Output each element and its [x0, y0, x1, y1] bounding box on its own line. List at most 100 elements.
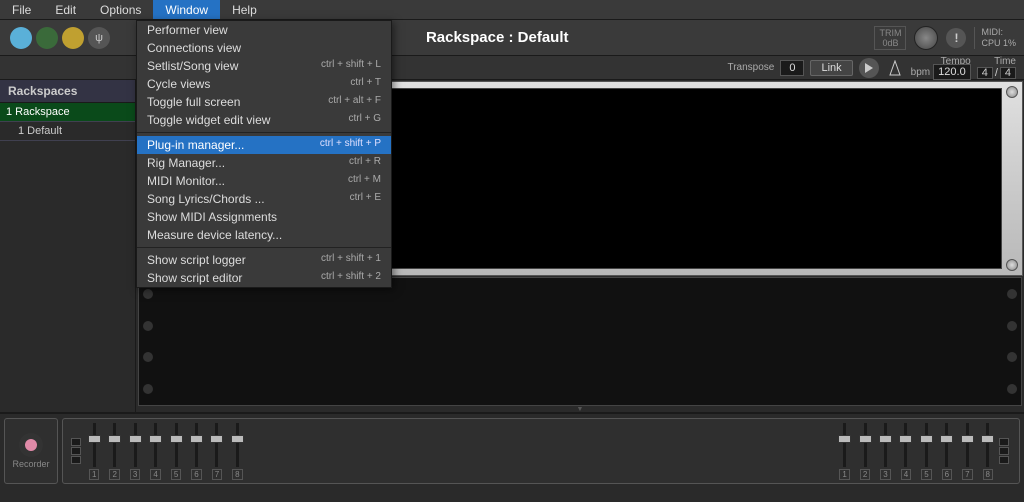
- window-dropdown-menu: Performer viewConnections viewSetlist/So…: [136, 20, 392, 288]
- menu-item-shortcut: ctrl + M: [348, 174, 381, 188]
- menu-item[interactable]: Connections view: [137, 39, 391, 57]
- menu-item-shortcut: ctrl + shift + 2: [321, 271, 381, 285]
- fader-handle[interactable]: [961, 435, 974, 443]
- master-volume-knob[interactable]: [914, 26, 938, 50]
- fader[interactable]: 4: [150, 423, 160, 480]
- fader-number: 7: [962, 469, 972, 480]
- play-button[interactable]: [859, 58, 879, 78]
- menubar-item-file[interactable]: File: [0, 0, 43, 19]
- fader[interactable]: 1: [839, 423, 849, 480]
- fader[interactable]: 2: [860, 423, 870, 480]
- fader-number: 3: [130, 469, 140, 480]
- fader[interactable]: 6: [191, 423, 201, 480]
- menu-item[interactable]: Toggle full screenctrl + alt + F: [137, 93, 391, 111]
- time-numerator[interactable]: 4: [977, 67, 993, 79]
- fader-track: [986, 423, 989, 467]
- side-knob-icon: [143, 384, 153, 394]
- menubar-item-options[interactable]: Options: [88, 0, 153, 19]
- fader-handle[interactable]: [981, 435, 994, 443]
- variation-item[interactable]: 1 Default: [0, 121, 135, 141]
- panel-toggle-1-icon[interactable]: [10, 27, 32, 49]
- fader-handle[interactable]: [838, 435, 851, 443]
- fader-handle[interactable]: [170, 435, 183, 443]
- fader-bank-right: 12345678: [839, 423, 993, 480]
- menu-item[interactable]: Plug-in manager...ctrl + shift + P: [137, 136, 391, 154]
- fader[interactable]: 8: [983, 423, 993, 480]
- menu-item[interactable]: Show script editorctrl + shift + 2: [137, 269, 391, 287]
- tuner-icon[interactable]: ψ: [88, 27, 110, 49]
- mixer-area: 12345678 12345678: [62, 418, 1020, 484]
- side-knob-icon: [1007, 384, 1017, 394]
- sidebar-header: Rackspaces: [0, 80, 135, 103]
- fader-handle[interactable]: [231, 435, 244, 443]
- side-knob-icon: [143, 352, 153, 362]
- link-button[interactable]: Link: [810, 60, 852, 76]
- menu-item[interactable]: Toggle widget edit viewctrl + G: [137, 111, 391, 129]
- splitter-grip[interactable]: [136, 406, 1024, 412]
- fader-track: [904, 423, 907, 467]
- menubar-item-edit[interactable]: Edit: [43, 0, 88, 19]
- fader-handle[interactable]: [190, 435, 203, 443]
- fader[interactable]: 1: [89, 423, 99, 480]
- metronome-icon[interactable]: [885, 58, 905, 78]
- fader-handle[interactable]: [899, 435, 912, 443]
- menu-item-shortcut: ctrl + shift + L: [321, 59, 381, 73]
- alert-icon[interactable]: !: [946, 28, 966, 48]
- fader[interactable]: 6: [942, 423, 952, 480]
- fader-handle[interactable]: [210, 435, 223, 443]
- time-label: Time: [994, 57, 1016, 67]
- fader-handle[interactable]: [920, 435, 933, 443]
- recorder-box: Recorder: [4, 418, 58, 484]
- menu-item-shortcut: ctrl + shift + P: [320, 138, 381, 152]
- menu-item[interactable]: Performer view: [137, 21, 391, 39]
- menu-item[interactable]: Show script loggerctrl + shift + 1: [137, 251, 391, 269]
- menu-item-shortcut: ctrl + G: [348, 113, 381, 127]
- fader-number: 2: [860, 469, 870, 480]
- fader-track: [843, 423, 846, 467]
- fader-handle[interactable]: [879, 435, 892, 443]
- side-knob-icon: [1007, 289, 1017, 299]
- record-button[interactable]: [19, 433, 43, 457]
- fader[interactable]: 3: [130, 423, 140, 480]
- fader-track: [93, 423, 96, 467]
- fader-track: [113, 423, 116, 467]
- menu-item[interactable]: MIDI Monitor...ctrl + M: [137, 172, 391, 190]
- fader-handle[interactable]: [88, 435, 101, 443]
- menu-item[interactable]: Song Lyrics/Chords ...ctrl + E: [137, 190, 391, 208]
- fader[interactable]: 4: [901, 423, 911, 480]
- fader[interactable]: 7: [212, 423, 222, 480]
- menu-item[interactable]: Setlist/Song viewctrl + shift + L: [137, 57, 391, 75]
- fader-handle[interactable]: [149, 435, 162, 443]
- midi-label: MIDI:: [981, 27, 1003, 37]
- rack-panel-bottom[interactable]: [138, 277, 1022, 406]
- fader-number: 6: [942, 469, 952, 480]
- menu-item[interactable]: Show MIDI Assignments: [137, 208, 391, 226]
- fader[interactable]: 5: [921, 423, 931, 480]
- fader-handle[interactable]: [940, 435, 953, 443]
- fader[interactable]: 2: [109, 423, 119, 480]
- menu-item[interactable]: Rig Manager...ctrl + R: [137, 154, 391, 172]
- menu-item[interactable]: Cycle viewsctrl + T: [137, 75, 391, 93]
- bpm-value[interactable]: 120.0: [933, 64, 971, 80]
- fader-handle[interactable]: [108, 435, 121, 443]
- time-denominator[interactable]: 4: [1000, 67, 1016, 79]
- fader-number: 1: [839, 469, 849, 480]
- fader[interactable]: 3: [880, 423, 890, 480]
- fader-track: [134, 423, 137, 467]
- midi-cpu-indicator: MIDI: CPU 1%: [974, 27, 1016, 49]
- menu-item-shortcut: ctrl + R: [349, 156, 381, 170]
- rackspaces-sidebar: Rackspaces 1 Rackspace 1 Default: [0, 80, 136, 412]
- rackspace-item[interactable]: 1 Rackspace: [0, 103, 135, 121]
- fader[interactable]: 5: [171, 423, 181, 480]
- fader[interactable]: 7: [962, 423, 972, 480]
- menubar-item-window[interactable]: Window: [153, 0, 220, 19]
- fader-handle[interactable]: [129, 435, 142, 443]
- transpose-label: Transpose: [727, 62, 774, 73]
- menubar-item-help[interactable]: Help: [220, 0, 269, 19]
- fader-handle[interactable]: [859, 435, 872, 443]
- fader[interactable]: 8: [232, 423, 242, 480]
- panel-toggle-3-icon[interactable]: [62, 27, 84, 49]
- transpose-value[interactable]: 0: [780, 60, 804, 76]
- panel-toggle-2-icon[interactable]: [36, 27, 58, 49]
- menu-item[interactable]: Measure device latency...: [137, 226, 391, 244]
